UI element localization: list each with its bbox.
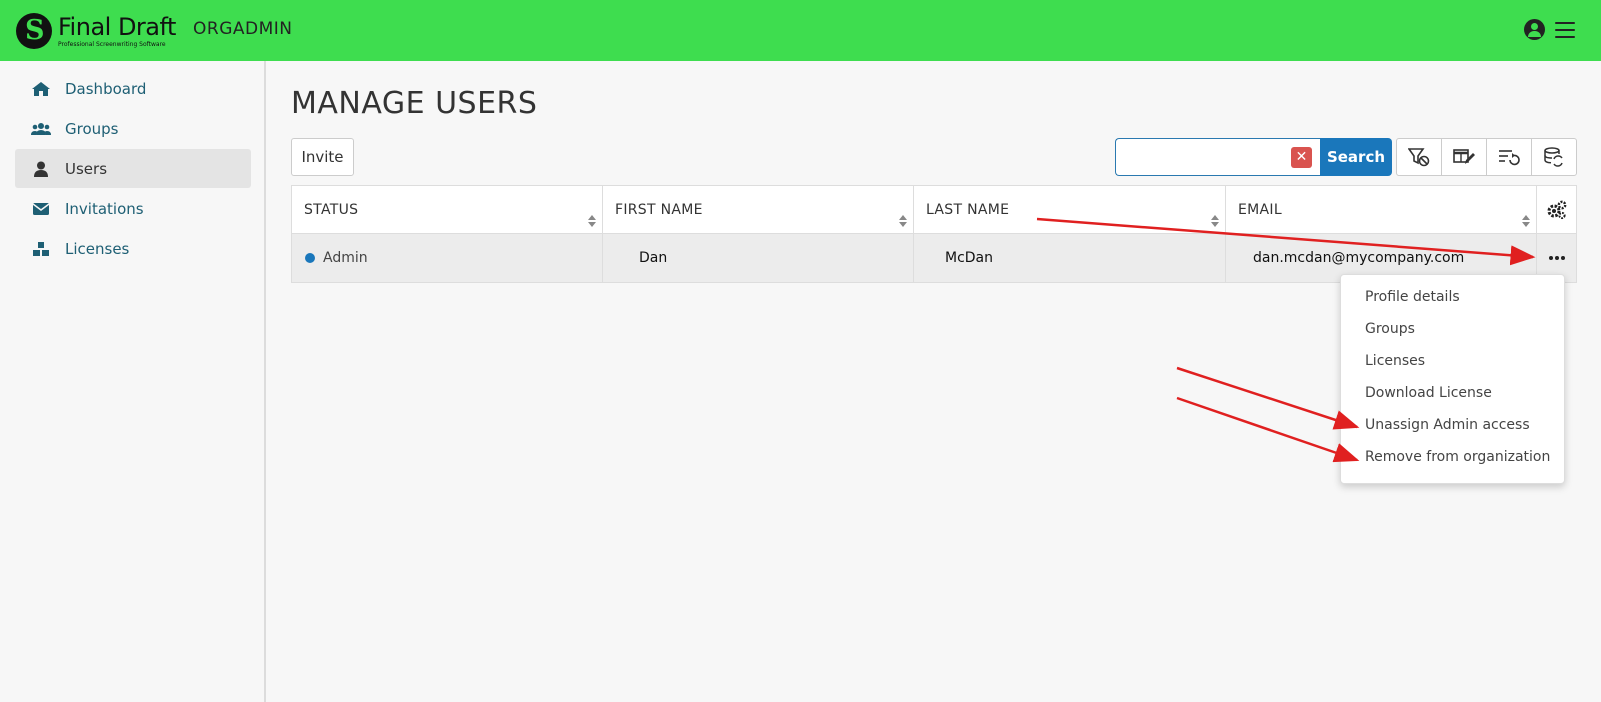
logo-mark-icon	[16, 13, 52, 49]
org-name: ORGADMIN	[193, 19, 293, 39]
sidebar-item-label: Users	[65, 159, 108, 178]
sidebar-item-users[interactable]: Users	[15, 149, 251, 188]
menu-item-licenses[interactable]: Licenses	[1365, 353, 1425, 369]
column-label: STATUS	[304, 202, 359, 218]
sort-icon[interactable]	[588, 215, 596, 227]
refresh-data-icon	[1544, 147, 1563, 167]
column-label: LAST NAME	[926, 202, 1010, 218]
boxes-icon	[33, 241, 49, 256]
account-icon[interactable]	[1524, 19, 1545, 40]
edit-columns-button[interactable]	[1442, 139, 1487, 175]
logo-name: Final Draft	[58, 12, 176, 41]
menu-item-remove-from-org[interactable]: Remove from organization	[1365, 449, 1550, 465]
row-actions-menu: Profile details Groups Licenses Download…	[1340, 274, 1565, 484]
sidebar-item-dashboard[interactable]: Dashboard	[15, 69, 251, 108]
reset-sort-button[interactable]	[1487, 139, 1532, 175]
column-label: FIRST NAME	[615, 202, 703, 218]
clear-filter-button[interactable]	[1397, 139, 1442, 175]
sort-icon[interactable]	[1211, 215, 1219, 227]
search-input[interactable]	[1115, 138, 1320, 176]
clear-search-icon[interactable]: ✕	[1291, 147, 1312, 168]
cell-last-name: McDan	[914, 234, 1226, 282]
clear-filter-icon	[1408, 148, 1430, 167]
page-title: MANAGE USERS	[291, 86, 538, 121]
more-options-icon	[1548, 256, 1565, 260]
sidebar-item-label: Dashboard	[65, 79, 147, 98]
menu-item-download-license[interactable]: Download License	[1365, 385, 1492, 401]
table-tools	[1396, 138, 1577, 176]
users-icon	[31, 122, 51, 135]
column-label: EMAIL	[1238, 202, 1282, 218]
sidebar-item-label: Invitations	[65, 199, 144, 218]
table-header: STATUS FIRST NAME LAST NAME EMAIL	[291, 185, 1577, 234]
column-header-last-name[interactable]: LAST NAME	[914, 186, 1226, 233]
column-header-status[interactable]: STATUS	[292, 186, 603, 233]
cell-status: Admin	[292, 234, 603, 282]
reset-sort-icon	[1499, 150, 1520, 166]
invite-button[interactable]: Invite	[291, 138, 354, 176]
search-button[interactable]: Search	[1320, 138, 1392, 176]
final-draft-logo[interactable]: Final Draft Professional Screenwriting S…	[16, 12, 176, 50]
menu-item-profile-details[interactable]: Profile details	[1365, 289, 1460, 305]
sidebar-item-licenses[interactable]: Licenses	[15, 229, 251, 268]
refresh-data-button[interactable]	[1532, 139, 1576, 175]
sidebar: Dashboard Groups Users Invitations Licen…	[0, 61, 266, 702]
logo-tagline: Professional Screenwriting Software	[58, 40, 166, 48]
hamburger-menu-icon[interactable]	[1555, 21, 1575, 38]
users-table: STATUS FIRST NAME LAST NAME EMAIL Admin …	[291, 185, 1577, 283]
edit-columns-icon	[1453, 149, 1475, 164]
status-text: Admin	[323, 250, 368, 266]
gears-icon	[1547, 200, 1567, 220]
column-header-email[interactable]: EMAIL	[1226, 186, 1537, 233]
search-group: ✕ Search	[1115, 138, 1392, 176]
top-bar: Final Draft Professional Screenwriting S…	[0, 0, 1601, 61]
column-header-first-name[interactable]: FIRST NAME	[603, 186, 914, 233]
cell-first-name: Dan	[603, 234, 914, 282]
home-icon	[32, 81, 50, 96]
sidebar-item-label: Groups	[65, 119, 119, 138]
user-icon	[34, 161, 48, 177]
arrow-to-unassign-admin	[1176, 366, 1360, 430]
sidebar-item-groups[interactable]: Groups	[15, 109, 251, 148]
sort-icon[interactable]	[1522, 215, 1530, 227]
status-dot	[305, 253, 315, 263]
column-settings-button[interactable]	[1537, 186, 1576, 233]
sidebar-item-invitations[interactable]: Invitations	[15, 189, 251, 228]
menu-item-groups[interactable]: Groups	[1365, 321, 1415, 337]
arrow-to-remove-from-org	[1176, 396, 1360, 463]
envelope-icon	[32, 202, 50, 215]
sidebar-item-label: Licenses	[65, 239, 130, 258]
menu-item-unassign-admin[interactable]: Unassign Admin access	[1365, 417, 1530, 433]
sort-icon[interactable]	[899, 215, 907, 227]
